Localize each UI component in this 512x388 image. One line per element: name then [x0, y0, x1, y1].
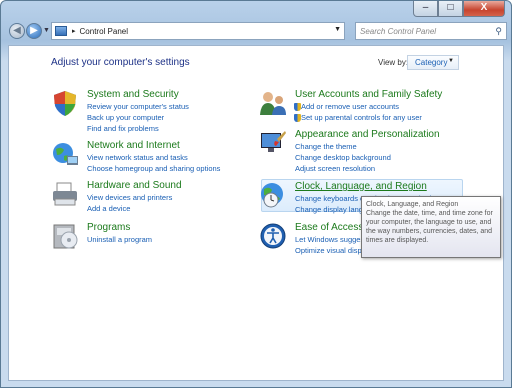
network-globe-icon	[53, 143, 78, 165]
users-icon	[260, 92, 286, 115]
category-title[interactable]: System and Security	[87, 89, 179, 100]
category-title[interactable]: Clock, Language, and Region	[295, 181, 427, 192]
category-network-and-internet: Network and Internet View network status…	[51, 140, 251, 175]
view-by-label: View by:	[378, 58, 409, 67]
back-arrow-icon: ◀	[13, 25, 21, 36]
printer-icon	[53, 182, 77, 206]
uac-shield-icon	[294, 103, 301, 111]
navigation-bar: – □ X ◀ ▶ ▼ ▸ Control Panel ▼ Search Con…	[1, 1, 511, 41]
shield-icon	[54, 91, 76, 116]
page-title: Adjust your computer's settings	[51, 57, 190, 68]
content-pane: Adjust your computer's settings View by:…	[8, 45, 504, 381]
link-add-remove-accounts[interactable]: Add or remove user accounts	[301, 102, 399, 111]
address-bar[interactable]: ▸ Control Panel ▼	[51, 22, 345, 40]
forward-button[interactable]: ▶	[26, 23, 42, 39]
link-change-theme[interactable]: Change the theme	[295, 142, 357, 151]
category-appearance-personalization: Appearance and Personalization Change th…	[259, 129, 459, 174]
ease-of-access-icon	[260, 223, 286, 249]
history-dropdown-icon[interactable]: ▼	[43, 27, 50, 34]
tooltip-text: Change the date, time, and time zone for…	[366, 210, 493, 244]
breadcrumb[interactable]: Control Panel	[80, 27, 128, 36]
link-parental-controls[interactable]: Set up parental controls for any user	[301, 113, 422, 122]
category-title[interactable]: Network and Internet	[87, 140, 180, 151]
breadcrumb-separator-icon[interactable]: ▸	[72, 27, 76, 35]
control-panel-window: – □ X ◀ ▶ ▼ ▸ Control Panel ▼ Search Con…	[0, 0, 512, 388]
category-title[interactable]: Appearance and Personalization	[295, 129, 440, 140]
tooltip-title: Clock, Language, and Region	[366, 201, 459, 208]
category-hardware-and-sound: Hardware and Sound View devices and prin…	[51, 180, 251, 215]
view-by-value: Category	[415, 58, 448, 67]
search-placeholder: Search Control Panel	[360, 27, 437, 36]
search-icon[interactable]: ⚲	[495, 26, 502, 37]
uac-shield-icon	[294, 114, 301, 122]
link-view-devices-printers[interactable]: View devices and printers	[87, 193, 172, 202]
category-title[interactable]: User Accounts and Family Safety	[295, 89, 442, 100]
forward-arrow-icon: ▶	[30, 25, 38, 36]
category-title[interactable]: Hardware and Sound	[87, 180, 182, 191]
category-user-accounts-family-safety: User Accounts and Family Safety Add or r…	[259, 89, 459, 124]
address-dropdown-icon[interactable]: ▼	[334, 26, 341, 33]
category-tooltip: Clock, Language, and Region Change the d…	[361, 196, 501, 258]
search-input[interactable]: Search Control Panel ⚲	[355, 22, 507, 40]
link-review-status[interactable]: Review your computer's status	[87, 102, 189, 111]
link-back-up[interactable]: Back up your computer	[87, 113, 164, 122]
back-button[interactable]: ◀	[9, 23, 25, 39]
category-title[interactable]: Ease of Access	[295, 222, 363, 233]
link-homegroup-sharing[interactable]: Choose homegroup and sharing options	[87, 164, 220, 173]
category-system-and-security: System and Security Review your computer…	[51, 89, 251, 134]
category-title[interactable]: Programs	[87, 222, 130, 233]
view-by-dropdown[interactable]: Category ▼	[407, 55, 459, 70]
link-view-network-status[interactable]: View network status and tasks	[87, 153, 188, 162]
minimize-button[interactable]: –	[413, 1, 438, 17]
link-find-fix-problems[interactable]: Find and fix problems	[87, 124, 159, 133]
chevron-down-icon: ▼	[448, 58, 454, 64]
link-optimize-visual-display[interactable]: Optimize visual display	[295, 246, 371, 255]
globe-clock-icon	[261, 183, 283, 208]
maximize-button[interactable]: □	[438, 1, 463, 17]
link-add-device[interactable]: Add a device	[87, 204, 130, 213]
monitor-paintbrush-icon	[261, 131, 286, 152]
category-programs: Programs Uninstall a program	[51, 222, 251, 249]
link-screen-resolution[interactable]: Adjust screen resolution	[295, 164, 375, 173]
close-button[interactable]: X	[463, 1, 505, 17]
link-desktop-background[interactable]: Change desktop background	[295, 153, 391, 162]
link-uninstall-program[interactable]: Uninstall a program	[87, 235, 152, 244]
programs-disc-icon	[53, 224, 78, 249]
control-panel-icon	[55, 26, 67, 36]
window-controls: – □ X	[413, 1, 505, 17]
